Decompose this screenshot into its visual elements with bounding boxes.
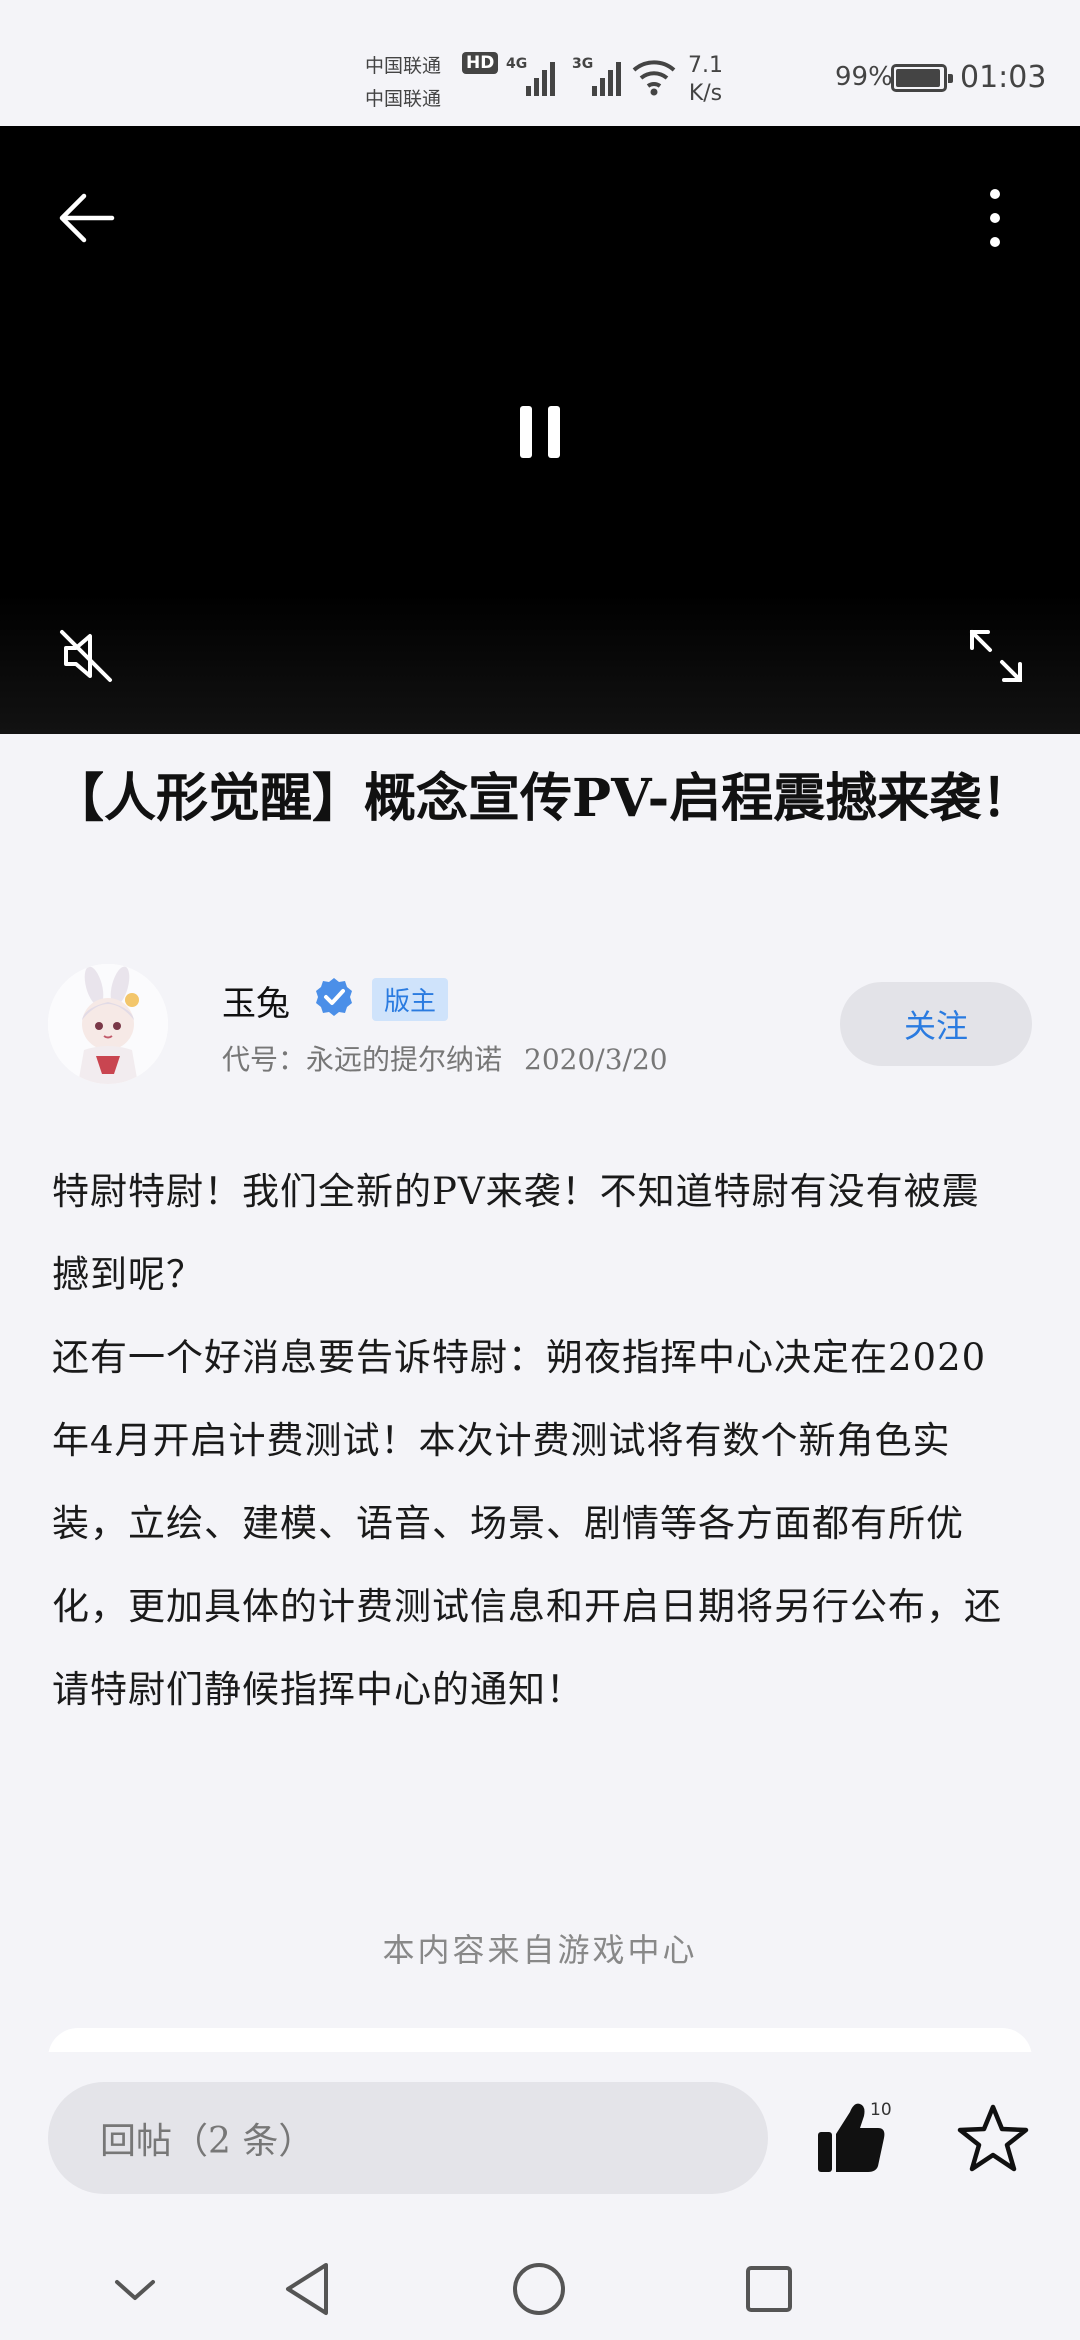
wifi-icon bbox=[632, 58, 676, 100]
recents-square-icon[interactable] bbox=[734, 2254, 804, 2324]
source-note: 本内容来自游戏中心 bbox=[382, 1931, 698, 1969]
speed-unit: K/s bbox=[688, 81, 723, 106]
signal-1-type: 4G bbox=[506, 56, 528, 72]
expand-icon[interactable] bbox=[956, 618, 1036, 694]
like-count: 10 bbox=[870, 2100, 892, 2120]
post-date: 2020/3/20 bbox=[524, 1043, 668, 1076]
post-body: 特尉特尉！我们全新的PV来袭！不知道特尉有没有被震撼到呢？ 还有一个好消息要告诉… bbox=[52, 1150, 1012, 1731]
home-circle-icon[interactable] bbox=[504, 2254, 574, 2324]
back-triangle-icon[interactable] bbox=[272, 2254, 342, 2324]
bottom-action-bar: 回帖（2 条） 10 bbox=[0, 2052, 1080, 2232]
carrier-labels: 中国联通 中国联通 bbox=[365, 50, 441, 116]
role-badge: 版主 bbox=[372, 978, 449, 1021]
verified-check-icon bbox=[313, 976, 355, 1018]
more-vertical-icon[interactable] bbox=[970, 176, 1020, 260]
post-paragraph: 还有一个好消息要告诉特尉：朔夜指挥中心决定在2020年4月开启计费测试！本次计费… bbox=[52, 1336, 1002, 1711]
author-meta: 代号：永远的提尔纳诺 2020/3/20 bbox=[222, 1038, 668, 1078]
star-icon[interactable] bbox=[956, 2102, 1030, 2176]
status-bar: 中国联通 中国联通 HD 4G 3G 7.1 K/s 99% 01:03 bbox=[0, 0, 1080, 126]
author-codename: 代号：永远的提尔纳诺 bbox=[222, 1043, 503, 1076]
system-nav-bar bbox=[0, 2232, 1080, 2340]
follow-button[interactable]: 关注 bbox=[840, 982, 1032, 1066]
pause-icon[interactable] bbox=[500, 392, 580, 472]
reply-input[interactable]: 回帖（2 条） bbox=[48, 2082, 768, 2194]
carrier-1: 中国联通 bbox=[365, 55, 442, 77]
hd-badge: HD bbox=[462, 52, 499, 74]
post-paragraph: 特尉特尉！我们全新的PV来袭！不知道特尉有没有被震撼到呢？ bbox=[52, 1170, 980, 1296]
post-title: 【人形觉醒】概念宣传PV-启程震撼来袭！ bbox=[52, 768, 1034, 829]
battery-percent: 99% bbox=[835, 62, 893, 92]
speed-value: 7.1 bbox=[688, 53, 723, 78]
author-row: 玉兔 版主 代号：永远的提尔纳诺 2020/3/20 关注 bbox=[0, 960, 1080, 1090]
arrow-left-icon[interactable] bbox=[44, 176, 128, 260]
avatar[interactable] bbox=[48, 964, 168, 1084]
chevron-down-icon[interactable] bbox=[100, 2254, 170, 2324]
signal-2-type: 3G bbox=[572, 56, 594, 72]
carrier-2: 中国联通 bbox=[365, 88, 442, 110]
video-player[interactable] bbox=[0, 126, 1080, 734]
author-name[interactable]: 玉兔 bbox=[222, 976, 290, 1025]
volume-muted-icon[interactable] bbox=[48, 618, 124, 694]
status-time: 01:03 bbox=[960, 60, 1047, 95]
network-speed: 7.1 K/s bbox=[688, 52, 723, 108]
battery-icon bbox=[891, 64, 953, 92]
